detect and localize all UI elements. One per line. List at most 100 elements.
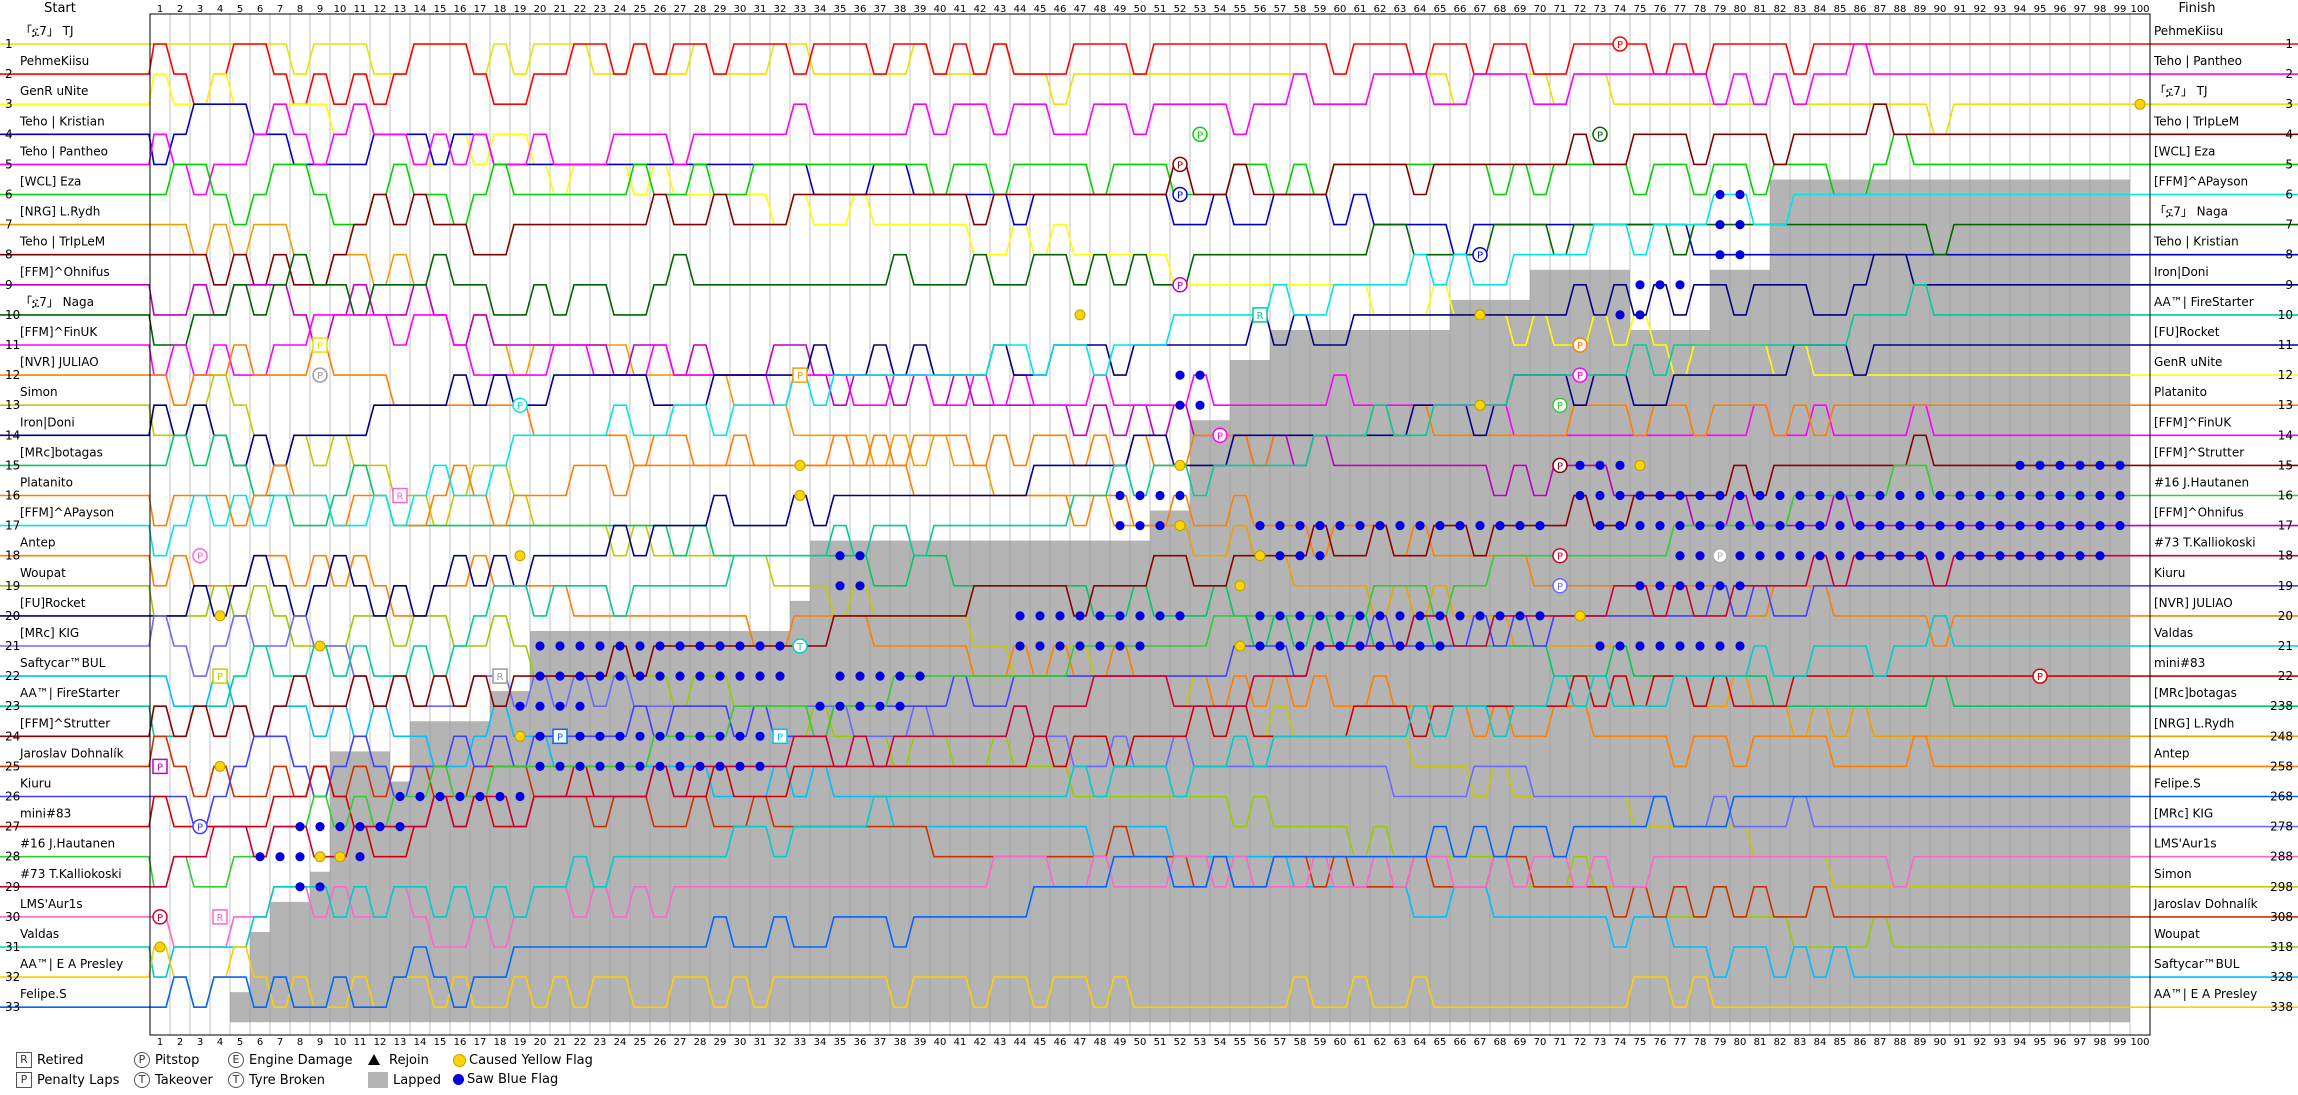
- lap-number-top: 24: [614, 4, 627, 15]
- blue-flag-dot: [1635, 641, 1645, 651]
- lap-number-bottom: 48: [1094, 1037, 1107, 1048]
- blue-flag-dot: [1815, 551, 1825, 561]
- blue-flag-dot: [675, 641, 685, 651]
- retired-icon: R: [16, 1052, 32, 1068]
- finish-driver-name: Platanito: [2154, 385, 2207, 399]
- legend-lapped-label: Lapped: [393, 1072, 441, 1088]
- blue-flag-dot: [1735, 581, 1745, 591]
- blue-flag-dot: [1315, 641, 1325, 651]
- blue-flag-dot: [1955, 551, 1965, 561]
- rejoin-icon: [368, 1052, 384, 1068]
- blue-flag-dot: [1635, 521, 1645, 531]
- blue-flag-dot: [1415, 611, 1425, 621]
- blue-flag-dot: [1055, 611, 1065, 621]
- lap-number-bottom: 51: [1154, 1037, 1167, 1048]
- blue-flag-dot: [1175, 370, 1185, 380]
- lap-number-bottom: 20: [534, 1037, 547, 1048]
- blue-flag-dot: [1655, 490, 1665, 501]
- finish-position-number: 5: [2285, 157, 2293, 171]
- blue-flag-dot: [1615, 641, 1625, 651]
- blue-flag-dot: [1075, 641, 1085, 651]
- lap-number-bottom: 23: [594, 1037, 607, 1048]
- legend-yellow: Caused Yellow Flag: [450, 1052, 593, 1069]
- blue-flag-dot: [575, 701, 585, 711]
- blue-flag-dot: [1875, 551, 1885, 561]
- blue-flag-dot: [395, 791, 405, 802]
- finish-position-number: 328: [2270, 970, 2293, 984]
- finish-driver-name: Saftycar™BUL: [2154, 957, 2240, 971]
- start-driver-name: Platanito: [20, 476, 73, 490]
- finish-position-number: 9: [2285, 278, 2293, 292]
- finish-position-number: 7: [2285, 218, 2293, 232]
- lap-number-top: 19: [514, 4, 527, 15]
- lap-number-bottom: 38: [894, 1037, 907, 1048]
- blue-flag-dot: [775, 641, 785, 651]
- blue-flag-dot: [1715, 521, 1725, 531]
- pitstop-marker-letter: P: [1577, 371, 1583, 382]
- blue-flag-dot: [1415, 521, 1425, 531]
- penalty-laps-icon: P: [16, 1072, 32, 1088]
- yellow-flag-dot: [314, 640, 326, 652]
- blue-flag-dot: [1995, 551, 2005, 561]
- blue-flag-dot: [1335, 521, 1345, 531]
- lap-number-top: 39: [914, 4, 927, 15]
- start-position-number: 8: [5, 248, 13, 262]
- lap-number-top: 46: [1054, 4, 1067, 15]
- blue-flag-dot: [615, 761, 625, 772]
- blue-flag-dot: [515, 701, 525, 711]
- legend-lapped: Lapped: [368, 1072, 441, 1088]
- lap-number-top: 3: [197, 4, 203, 15]
- blue-flag-dot: [295, 882, 305, 892]
- engine-damage-icon: E: [228, 1052, 244, 1068]
- lap-number-bottom: 8: [297, 1037, 303, 1048]
- lap-number-top: 54: [1214, 4, 1227, 15]
- yellow-flag-dot: [514, 730, 526, 742]
- lap-number-top: 34: [814, 4, 827, 15]
- start-position-number: 21: [5, 639, 20, 653]
- blue-flag-dot: [295, 852, 305, 862]
- blue-flag-dot: [555, 671, 565, 681]
- finish-driver-name: LMS'Aur1s: [2154, 837, 2217, 851]
- legend-takeover-label: Takeover: [155, 1072, 213, 1088]
- lap-number-bottom: 25: [634, 1037, 647, 1048]
- blue-flag-dot: [895, 671, 905, 681]
- grid-lines: [149, 14, 2151, 1035]
- start-position-number: 4: [5, 127, 13, 141]
- finish-position-number: 11: [2278, 338, 2293, 352]
- finish-driver-name: Kiuru: [2154, 566, 2185, 580]
- blue-flag-dot: [755, 761, 765, 772]
- legend-engine-label: Engine Damage: [249, 1052, 353, 1068]
- yellow-flag-dot: [1234, 640, 1246, 652]
- lap-number-bottom: 10: [334, 1037, 347, 1048]
- lap-number-top: 18: [494, 4, 507, 15]
- finish-position-number: 18: [2278, 549, 2293, 563]
- lap-number-bottom: 71: [1554, 1037, 1567, 1048]
- blue-flag-dot: [2115, 521, 2125, 531]
- blue-dot-icon: [453, 1074, 464, 1085]
- blue-flag-dot: [1255, 611, 1265, 621]
- finish-position-number: 14: [2278, 428, 2293, 442]
- blue-flag-dot: [1695, 641, 1705, 651]
- lap-number-top: 94: [2014, 4, 2027, 15]
- lap-number-bottom: 90: [1934, 1037, 1947, 1048]
- blue-flag-dot: [2035, 551, 2045, 561]
- pitstop-marker-letter: P: [2037, 672, 2043, 683]
- lap-number-top: 33: [794, 4, 807, 15]
- blue-flag-dot: [1615, 521, 1625, 531]
- lap-number-top: 86: [1854, 4, 1867, 15]
- lap-number-top: 14: [414, 4, 427, 15]
- start-position-number: 33: [5, 1000, 20, 1014]
- lap-number-bottom: 75: [1634, 1037, 1647, 1048]
- blue-flag-dot: [1435, 611, 1445, 621]
- blue-flag-dot: [895, 701, 905, 711]
- blue-flag-dot: [1835, 551, 1845, 561]
- blue-flag-dot: [535, 761, 545, 772]
- blue-flag-dot: [1715, 641, 1725, 651]
- blue-flag-dot: [1615, 460, 1625, 470]
- blue-flag-dot: [1895, 490, 1905, 501]
- start-position-number: 11: [5, 338, 20, 352]
- finish-driver-name: AA™| FireStarter: [2154, 295, 2254, 309]
- legend-penalty-label: Penalty Laps: [37, 1072, 120, 1088]
- blue-flag-dot: [1715, 581, 1725, 591]
- blue-flag-dot: [1835, 521, 1845, 531]
